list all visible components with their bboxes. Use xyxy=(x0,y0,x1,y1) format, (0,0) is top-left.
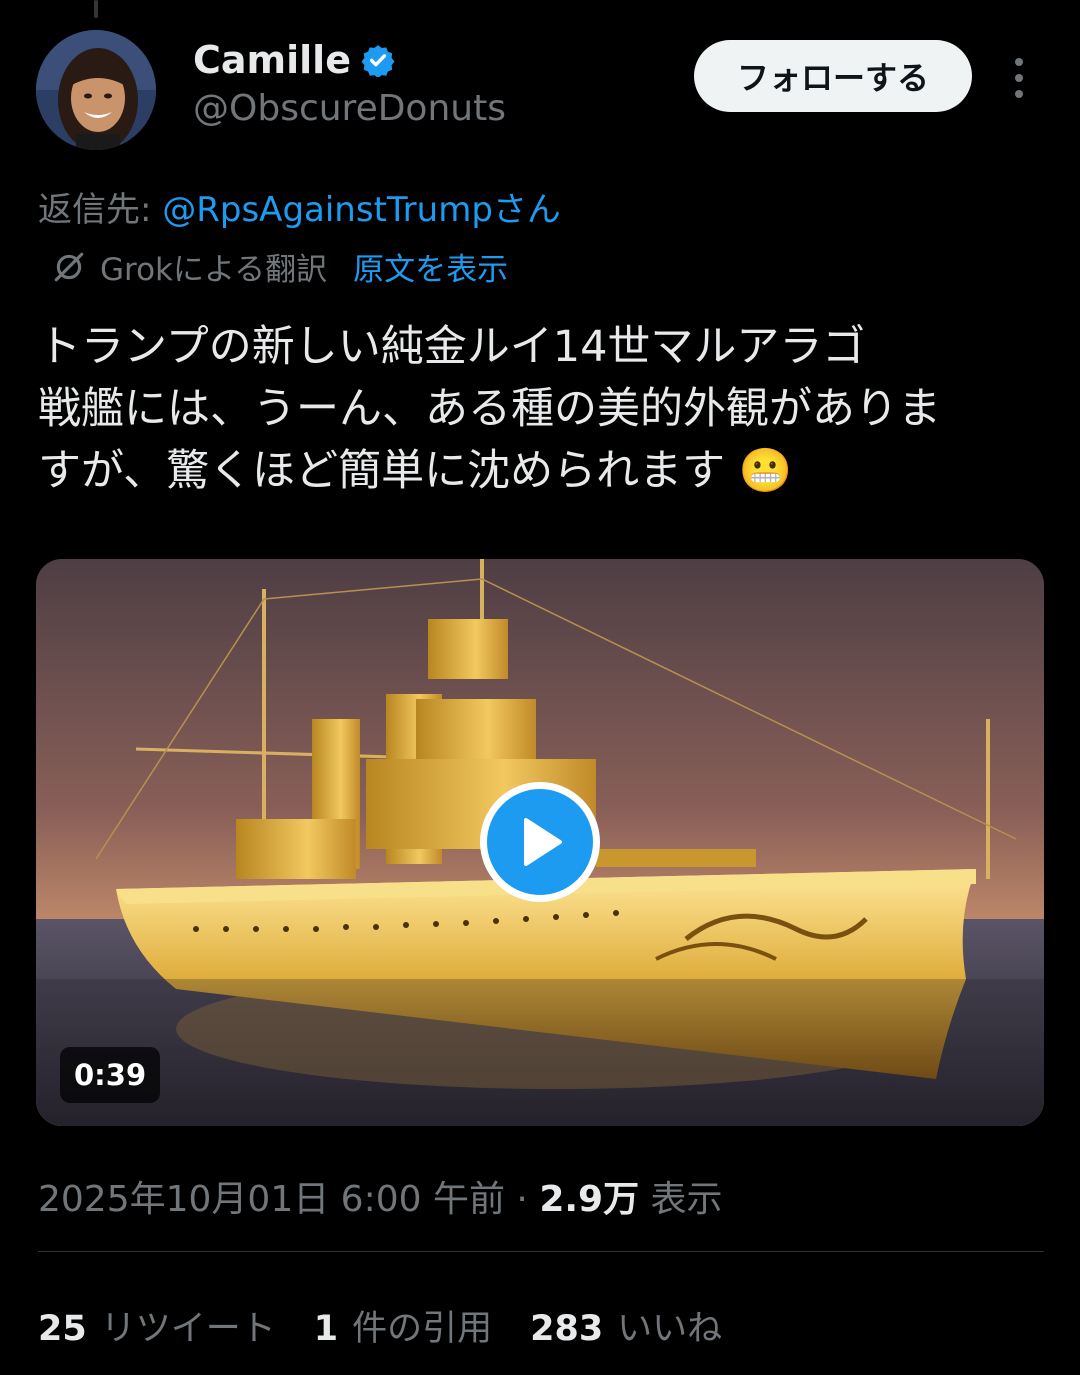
translation-bar: Grokによる翻訳 原文を表示 xyxy=(52,244,508,289)
tweet-detail: Camille @ObscureDonuts フォローする 返信先: @RpsA… xyxy=(0,0,1080,1375)
views-count: 2.9万 xyxy=(539,1179,640,1220)
retweets-count: 25 xyxy=(38,1309,87,1349)
likes-label: いいね xyxy=(617,1309,723,1349)
timestamp[interactable]: 2025年10月01日 6:00 午前 xyxy=(38,1179,505,1220)
engagement-stats: 25 リツイート 1 件の引用 283 いいね xyxy=(38,1300,760,1351)
divider xyxy=(38,1251,1044,1252)
author-handle[interactable]: @ObscureDonuts xyxy=(193,88,506,129)
author-name-text: Camille xyxy=(193,38,351,82)
meta-separator: · xyxy=(504,1179,540,1220)
play-button[interactable] xyxy=(480,782,600,902)
tweet-meta: 2025年10月01日 6:00 午前 · 2.9万 表示 xyxy=(38,1170,723,1222)
tweet-text: トランプの新しい純金ルイ14世マルアラゴ 戦艦には、うーん、ある種の美的外観があ… xyxy=(38,322,941,496)
retweets-stat[interactable]: 25 リツイート xyxy=(38,1300,276,1351)
retweets-label: リツイート xyxy=(100,1309,276,1349)
play-icon xyxy=(524,818,562,866)
verified-badge-icon xyxy=(361,45,395,77)
video-player[interactable]: 0:39 xyxy=(36,559,1044,1126)
show-original-link[interactable]: 原文を表示 xyxy=(353,244,508,289)
views-label: 表示 xyxy=(639,1179,723,1220)
likes-stat[interactable]: 283 いいね xyxy=(530,1300,722,1351)
avatar[interactable] xyxy=(36,30,156,150)
follow-button[interactable]: フォローする xyxy=(694,40,972,112)
more-options-icon[interactable] xyxy=(1004,54,1034,102)
reply-prefix: 返信先: xyxy=(38,190,163,230)
thread-connector xyxy=(94,0,98,18)
quotes-count: 1 xyxy=(313,1309,339,1349)
avatar-image xyxy=(36,30,156,150)
video-duration: 0:39 xyxy=(60,1047,161,1103)
translation-label: Grokによる翻訳 xyxy=(100,252,328,288)
likes-count: 283 xyxy=(530,1309,604,1349)
quotes-stat[interactable]: 1 件の引用 xyxy=(314,1300,492,1351)
quotes-label: 件の引用 xyxy=(352,1309,493,1349)
grok-icon xyxy=(54,252,84,281)
reply-mention-link[interactable]: @RpsAgainstTrumpさん xyxy=(162,190,561,230)
reply-context: 返信先: @RpsAgainstTrumpさん xyxy=(38,182,561,231)
author-name[interactable]: Camille xyxy=(193,38,395,82)
